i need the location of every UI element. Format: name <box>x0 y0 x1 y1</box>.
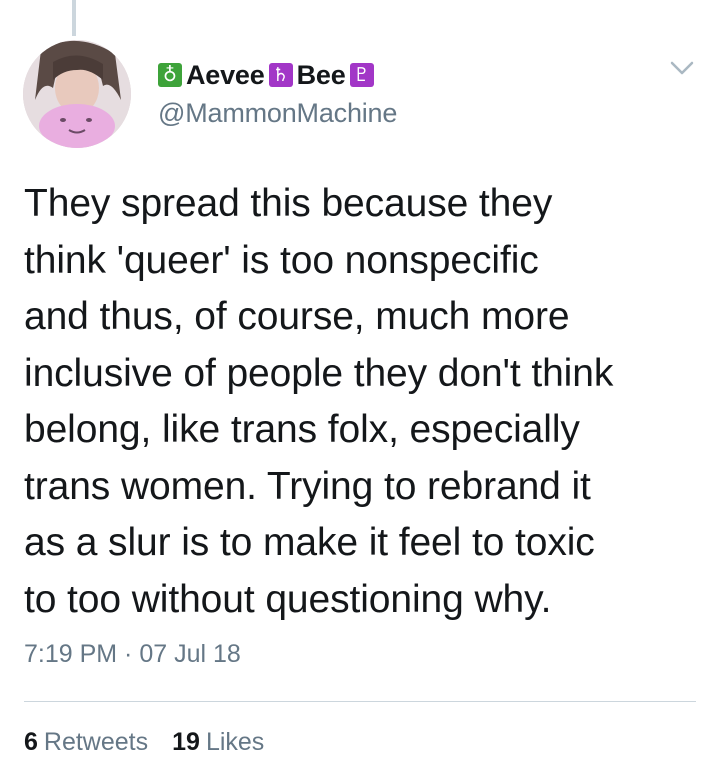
display-name-last: Bee <box>296 59 346 90</box>
tweet-text: They spread this because they think 'que… <box>24 176 704 628</box>
display-name-first: Aevee <box>186 59 265 90</box>
tweet-text-line: and thus, of course, much more <box>24 295 570 338</box>
tweet-text-line: to too without questioning why. <box>24 577 552 621</box>
tweet-text-line: belong, like trans folx, especially <box>24 408 580 451</box>
chevron-down-icon[interactable] <box>670 60 694 76</box>
thread-connector-line <box>72 0 76 36</box>
tweet-text-line: inclusive of people they don't think <box>24 351 614 395</box>
retweets-label: Retweets <box>43 728 149 756</box>
avatar-image <box>23 40 131 148</box>
avatar[interactable] <box>23 40 131 148</box>
likes-count: 19 <box>172 728 200 756</box>
tweet-text-line: as a slur is to make it feel to toxic <box>24 521 595 564</box>
tweet-text-line: trans women. Trying to rebrand it <box>24 464 591 508</box>
tweet-text-line: They spread this because they <box>24 182 553 225</box>
divider <box>24 701 696 702</box>
tweet-text-line: think 'queer' is too nonspecific <box>24 238 539 282</box>
likes-stat[interactable]: 19 Likes <box>172 728 264 757</box>
pluto-symbol-icon: ♇ <box>349 63 374 87</box>
engagement-stats: 6 Retweets 19 Likes <box>24 728 264 757</box>
tweet-timestamp[interactable]: 7:19 PM · 07 Jul 18 <box>24 640 241 669</box>
saturn-symbol-icon: ♄ <box>268 63 293 87</box>
retweets-stat[interactable]: 6 Retweets <box>24 728 148 757</box>
likes-label: Likes <box>205 728 265 756</box>
retweets-count: 6 <box>24 728 38 756</box>
display-name[interactable]: ♁ Aevee ♄ Bee ♇ <box>158 58 378 92</box>
earth-symbol-icon: ♁ <box>158 63 182 87</box>
user-handle[interactable]: @MammonMachine <box>158 98 397 129</box>
